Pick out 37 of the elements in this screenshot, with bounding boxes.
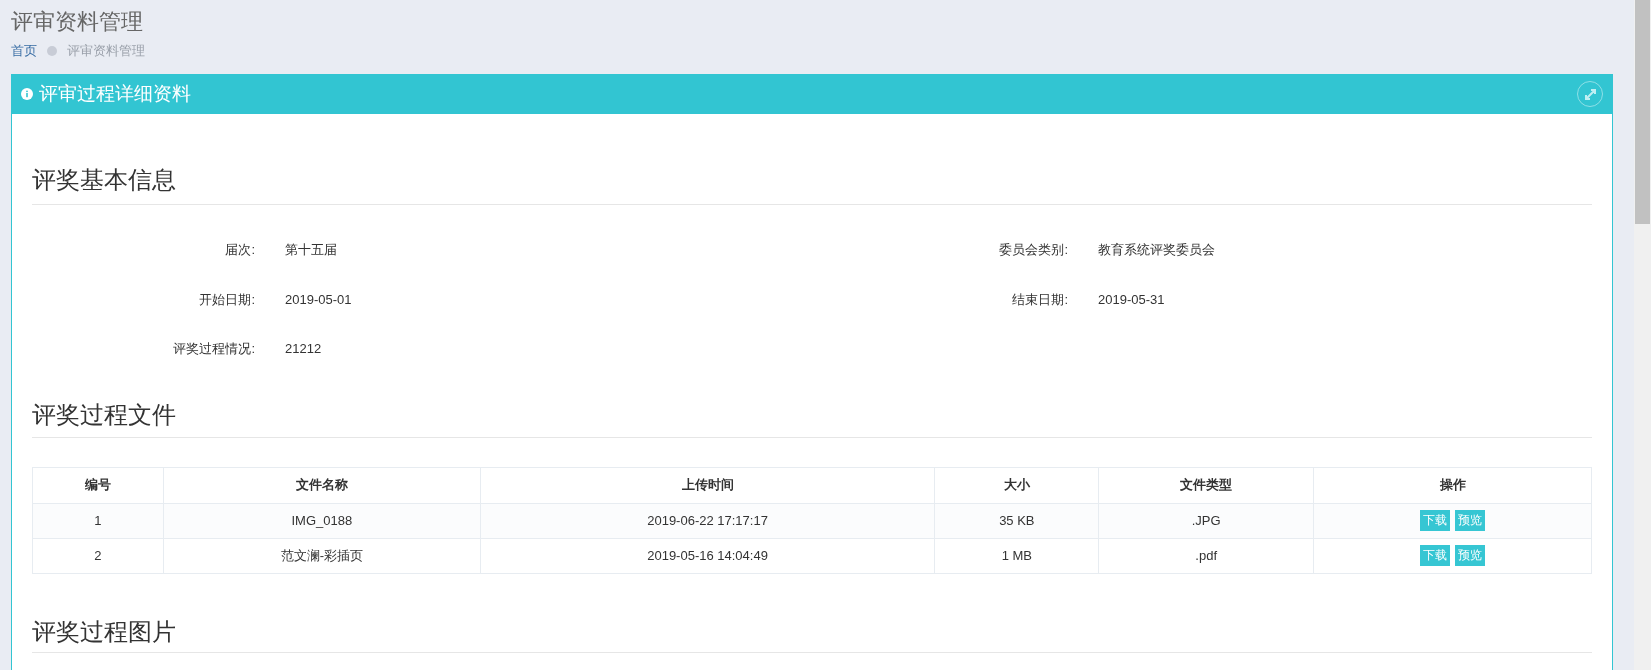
field-value: 第十五届	[285, 241, 337, 259]
field-value: 21212	[285, 340, 322, 358]
field-value: 2019-05-01	[285, 290, 352, 309]
column-header: 上传时间	[480, 467, 935, 503]
preview-button[interactable]: 预览	[1455, 545, 1486, 566]
section-heading: 评奖过程图片	[32, 615, 1592, 653]
table-cell: 范文澜-彩插页	[163, 538, 481, 573]
field-label: 结束日期:	[1011, 290, 1068, 309]
table-cell: 2	[32, 538, 164, 573]
field-value: 教育系统评奖委员会	[1098, 241, 1215, 259]
field-value: 2019-05-31	[1098, 290, 1165, 309]
download-button[interactable]: 下载	[1420, 545, 1451, 566]
column-header: 操作	[1313, 467, 1592, 503]
table-cell: 2019-05-16 14:04:49	[480, 538, 935, 573]
breadcrumb-link[interactable]: 首页	[11, 41, 37, 61]
download-button[interactable]: 下载	[1420, 510, 1451, 531]
table-cell: 35 KB	[934, 503, 1099, 538]
preview-button[interactable]: 预览	[1455, 510, 1486, 531]
table-cell: 1 MB	[934, 538, 1099, 573]
column-header: 文件名称	[163, 467, 481, 503]
column-header: 大小	[934, 467, 1099, 503]
section-heading: 评奖过程文件	[32, 398, 1592, 438]
field-label: 届次:	[224, 241, 255, 259]
column-header: 编号	[32, 467, 164, 503]
table-cell: .JPG	[1098, 503, 1314, 538]
panel-title: 评审过程详细资料	[39, 81, 191, 106]
page-title: 评审资料管理	[11, 8, 144, 36]
table-cell: .pdf	[1098, 538, 1314, 573]
section-heading: 评奖基本信息	[32, 164, 1592, 205]
field-label: 开始日期:	[198, 290, 255, 309]
field-label: 评奖过程情况:	[172, 340, 255, 358]
column-header: 文件类型	[1098, 467, 1314, 503]
table-cell: 1	[32, 503, 164, 538]
table-cell: IMG_0188	[163, 503, 481, 538]
field-label: 委员会类别:	[998, 241, 1068, 259]
table-cell: 2019-06-22 17:17:17	[480, 503, 935, 538]
breadcrumb-current: 评审资料管理	[67, 42, 145, 61]
